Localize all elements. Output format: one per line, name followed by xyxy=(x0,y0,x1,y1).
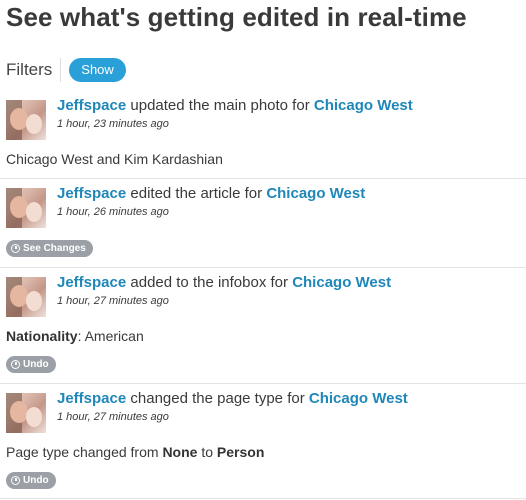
page-link[interactable]: Chicago West xyxy=(309,390,408,407)
action-text: changed the page type for xyxy=(130,390,305,407)
activity-headline: Jeffspace changed the page type for Chic… xyxy=(57,390,408,407)
avatar[interactable] xyxy=(6,393,46,433)
history-icon xyxy=(11,360,20,369)
divider xyxy=(0,178,526,179)
page-type-detail: Page type changed from None to Person xyxy=(6,444,264,460)
action-text: edited the article for xyxy=(130,185,263,202)
user-link[interactable]: Jeffspace xyxy=(57,185,126,202)
history-icon xyxy=(11,244,20,253)
undo-label: Undo xyxy=(23,359,49,370)
undo-label: Undo xyxy=(23,475,49,486)
activity-headline: Jeffspace added to the infobox for Chica… xyxy=(57,274,391,291)
timestamp: 1 hour, 27 minutes ago xyxy=(57,411,169,423)
page-title: See what's getting edited in real-time xyxy=(6,2,467,32)
timestamp: 1 hour, 26 minutes ago xyxy=(57,206,169,218)
avatar[interactable] xyxy=(6,188,46,228)
action-text: added to the infobox for xyxy=(130,274,289,291)
divider xyxy=(0,267,526,268)
detail-value: American xyxy=(84,328,144,344)
user-link[interactable]: Jeffspace xyxy=(57,274,126,291)
show-filters-button[interactable]: Show xyxy=(69,58,126,82)
detail-prefix: Page type changed from xyxy=(6,444,159,460)
page-link[interactable]: Chicago West xyxy=(266,185,365,202)
timestamp: 1 hour, 23 minutes ago xyxy=(57,118,169,130)
page-link[interactable]: Chicago West xyxy=(292,274,391,291)
timestamp: 1 hour, 27 minutes ago xyxy=(57,295,169,307)
action-text: updated the main photo for xyxy=(130,97,310,114)
detail-to-word: to xyxy=(201,444,214,460)
divider xyxy=(0,383,526,384)
user-link[interactable]: Jeffspace xyxy=(57,390,126,407)
detail-to: Person xyxy=(216,444,265,460)
undo-button[interactable]: Undo xyxy=(6,356,56,373)
history-icon xyxy=(11,476,20,485)
detail-key: Nationality xyxy=(6,328,78,344)
detail-colon: : xyxy=(77,328,85,344)
activity-headline: Jeffspace edited the article for Chicago… xyxy=(57,185,365,202)
page-link[interactable]: Chicago West xyxy=(314,97,413,114)
user-link[interactable]: Jeffspace xyxy=(57,97,126,114)
filters-bar: Filters Show xyxy=(6,57,126,83)
see-changes-label: See Changes xyxy=(23,243,86,254)
undo-button[interactable]: Undo xyxy=(6,472,56,489)
divider xyxy=(0,498,526,499)
avatar[interactable] xyxy=(6,277,46,317)
see-changes-button[interactable]: See Changes xyxy=(6,240,93,257)
photo-caption: Chicago West and Kim Kardashian xyxy=(6,151,223,167)
infobox-detail: Nationality: American xyxy=(6,328,144,344)
avatar[interactable] xyxy=(6,100,46,140)
filters-label: Filters xyxy=(6,58,62,82)
detail-from: None xyxy=(162,444,198,460)
activity-headline: Jeffspace updated the main photo for Chi… xyxy=(57,97,413,114)
